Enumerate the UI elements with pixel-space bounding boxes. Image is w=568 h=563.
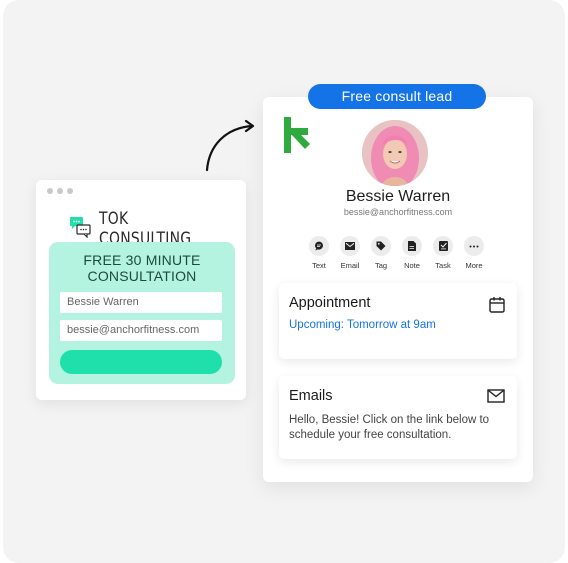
appointment-title: Appointment bbox=[289, 295, 371, 311]
window-dot bbox=[67, 188, 73, 194]
appointment-section[interactable]: Appointment Upcoming: Tomorrow at 9am bbox=[279, 283, 517, 359]
envelope-icon bbox=[340, 236, 360, 256]
action-label: Task bbox=[435, 261, 451, 270]
action-label: More bbox=[465, 261, 483, 270]
curved-arrow-icon bbox=[205, 119, 255, 172]
tag-icon bbox=[371, 236, 391, 256]
action-label: Tag bbox=[374, 261, 388, 270]
action-task[interactable]: Task bbox=[432, 236, 454, 270]
emails-title: Emails bbox=[289, 388, 333, 404]
action-label: Text bbox=[312, 261, 326, 270]
submit-button[interactable] bbox=[60, 350, 222, 374]
action-tag[interactable]: Tag bbox=[370, 236, 392, 270]
task-icon bbox=[433, 236, 453, 256]
k-logo-icon bbox=[284, 117, 310, 158]
contact-email: bessie@anchorfitness.com bbox=[343, 207, 453, 217]
chat-bubbles-icon bbox=[69, 216, 93, 243]
contact-name: Bessie Warren bbox=[345, 188, 451, 205]
action-label: Note bbox=[404, 261, 420, 270]
consultation-form: FREE 30 MINUTE CONSULTATION Bessie Warre… bbox=[49, 242, 235, 384]
form-title: FREE 30 MINUTE CONSULTATION bbox=[49, 252, 235, 284]
chat-icon bbox=[309, 236, 329, 256]
email-field[interactable]: bessie@anchorfitness.com bbox=[60, 320, 222, 341]
more-icon bbox=[464, 236, 484, 256]
calendar-icon bbox=[489, 296, 505, 318]
action-label: Email bbox=[340, 261, 360, 270]
envelope-icon bbox=[487, 389, 505, 408]
action-text[interactable]: Text bbox=[308, 236, 330, 270]
lead-status-badge: Free consult lead bbox=[308, 84, 486, 109]
action-more[interactable]: More bbox=[463, 236, 485, 270]
action-email[interactable]: Email bbox=[339, 236, 361, 270]
email-preview: Hello, Bessie! Click on the link below t… bbox=[289, 414, 490, 441]
window-dot bbox=[47, 188, 53, 194]
lead-form-widget: TOK CONSULTING FREE 30 MINUTE CONSULTATI… bbox=[36, 180, 246, 400]
appointment-status[interactable]: Upcoming: Tomorrow at 9am bbox=[289, 319, 436, 331]
form-title-line2: CONSULTATION bbox=[87, 268, 197, 284]
window-dots bbox=[47, 188, 73, 194]
form-title-line1: FREE 30 MINUTE bbox=[83, 252, 201, 268]
window-dot bbox=[57, 188, 63, 194]
emails-section[interactable]: Emails Hello, Bessie! Click on the link … bbox=[279, 376, 517, 459]
avatar bbox=[362, 120, 428, 186]
action-note[interactable]: Note bbox=[401, 236, 423, 270]
name-field[interactable]: Bessie Warren bbox=[60, 292, 222, 313]
note-icon bbox=[402, 236, 422, 256]
quick-actions: Text Email Tag Note Task More bbox=[308, 236, 485, 270]
